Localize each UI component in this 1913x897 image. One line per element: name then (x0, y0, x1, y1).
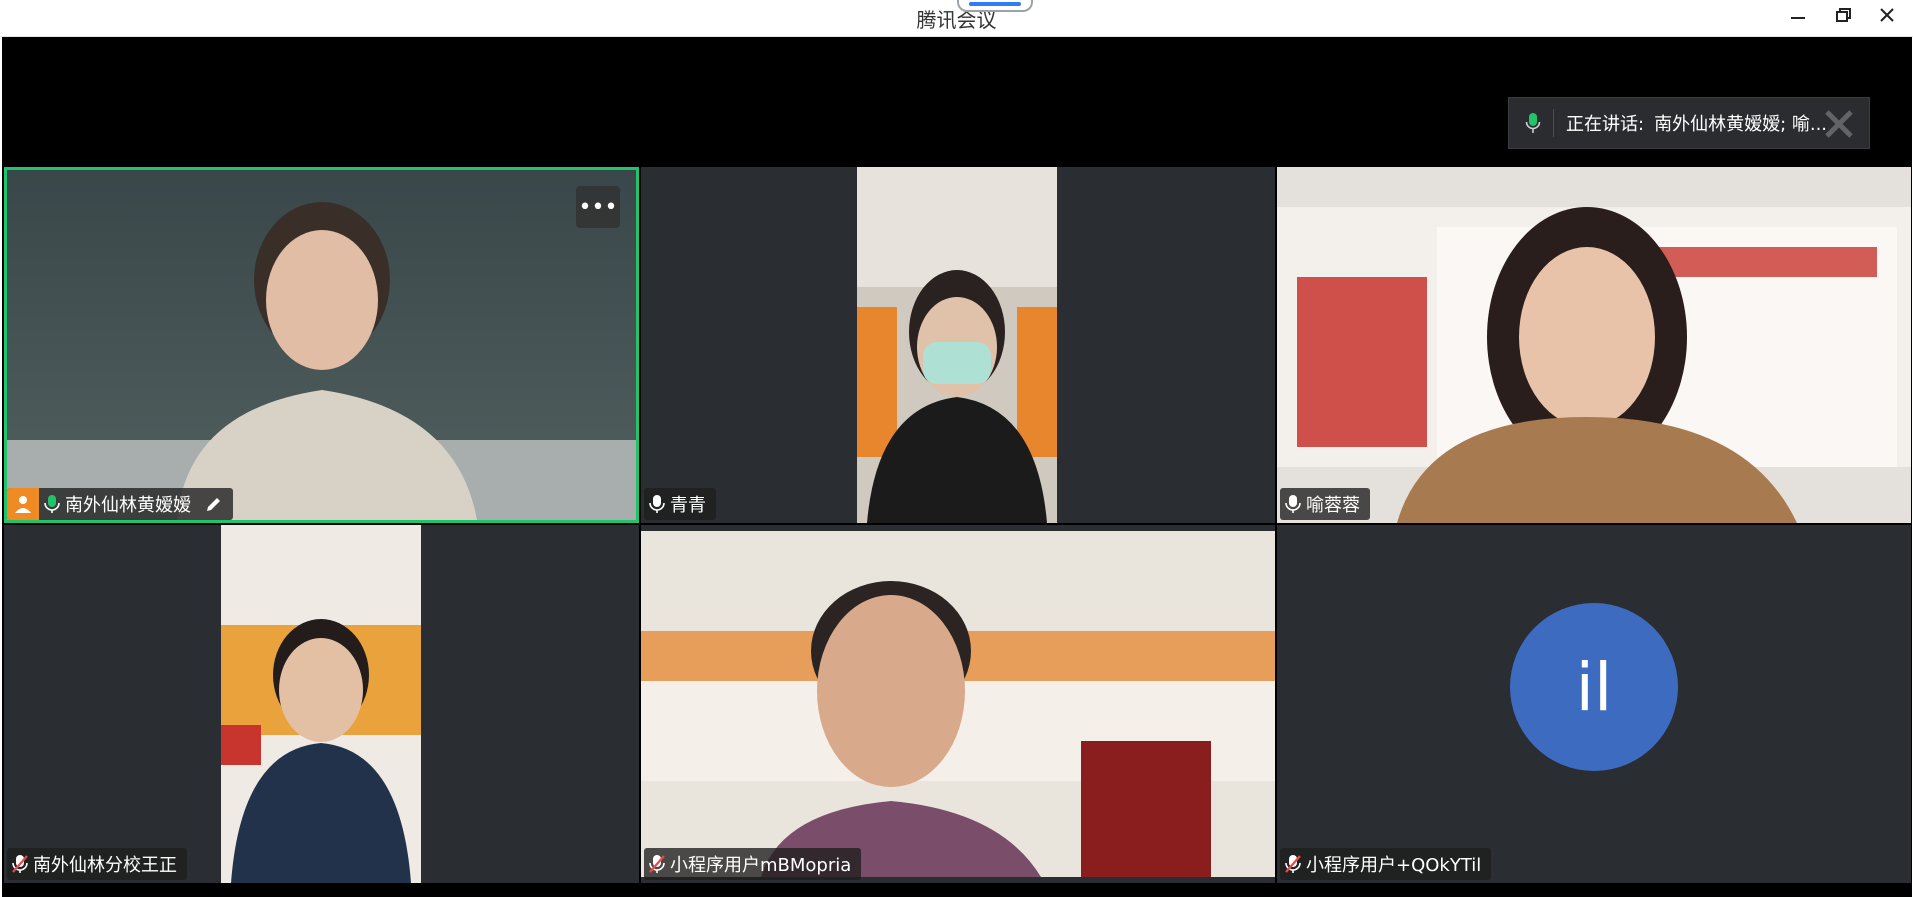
participant-name: 喻蓉蓉 (1306, 495, 1360, 516)
speaking-names: 南外仙林黄嫒嫒; 喻... (1654, 114, 1828, 135)
participant-name: 南外仙林分校王正 (33, 855, 177, 876)
share-indicator[interactable] (957, 0, 1033, 12)
participant-name: 青青 (670, 495, 706, 516)
video-feed (221, 525, 421, 883)
participant-namebar: 喻蓉蓉 (1280, 488, 1370, 520)
avatar: il (1510, 603, 1678, 771)
video-feed (857, 167, 1057, 523)
more-options-button[interactable]: ••• (576, 186, 620, 228)
participant-namebar: 小程序用户mBMopria (644, 848, 862, 880)
microphone-icon (1280, 488, 1306, 520)
microphone-muted-icon (1280, 848, 1306, 880)
participant-namebar: 南外仙林分校王正 (7, 848, 187, 880)
microphone-icon (644, 488, 670, 520)
restore-icon (1836, 8, 1851, 22)
participant-namebar: 青青 (644, 488, 716, 520)
microphone-muted-icon (644, 848, 670, 880)
participant-name: 南外仙林黄嫒嫒 (65, 495, 191, 516)
minimize-icon (1791, 17, 1805, 19)
minimize-button[interactable] (1777, 0, 1819, 30)
close-icon[interactable] (1819, 106, 1859, 142)
video-feed (641, 531, 1275, 877)
pencil-icon[interactable] (205, 495, 223, 513)
speaking-indicator: 正在讲话: 南外仙林黄嫒嫒; 喻... (1508, 97, 1870, 149)
microphone-icon (1525, 113, 1541, 133)
window-title: 腾讯会议 (916, 8, 997, 32)
participant-tile-3[interactable]: 喻蓉蓉 (1277, 167, 1911, 523)
title-bar: 腾讯会议 (0, 0, 1913, 37)
participant-tile-1[interactable]: ••• 南外仙林黄嫒嫒 (4, 167, 639, 523)
avatar-initials: il (1575, 648, 1613, 726)
participant-tile-4[interactable]: 南外仙林分校王正 (4, 525, 639, 883)
more-options-icon: ••• (578, 194, 618, 220)
participant-namebar: 小程序用户+QOkYTil (1280, 848, 1492, 880)
speaking-label: 正在讲话: (1566, 114, 1645, 135)
microphone-icon (39, 488, 65, 520)
restore-button[interactable] (1822, 0, 1864, 30)
close-button[interactable] (1866, 0, 1908, 30)
microphone-muted-icon (7, 848, 33, 880)
close-icon (1880, 8, 1894, 22)
participant-tile-6[interactable]: il 小程序用户+QOkYTil (1277, 525, 1911, 883)
participant-tile-2[interactable]: 青青 (641, 167, 1275, 523)
participant-name: 小程序用户mBMopria (670, 855, 852, 876)
video-feed (1277, 167, 1911, 523)
participant-tile-5[interactable]: 小程序用户mBMopria (641, 525, 1275, 883)
participant-name: 小程序用户+QOkYTil (1306, 855, 1482, 876)
host-icon (7, 488, 39, 520)
video-feed (7, 170, 636, 520)
participant-namebar: 南外仙林黄嫒嫒 (7, 488, 233, 520)
